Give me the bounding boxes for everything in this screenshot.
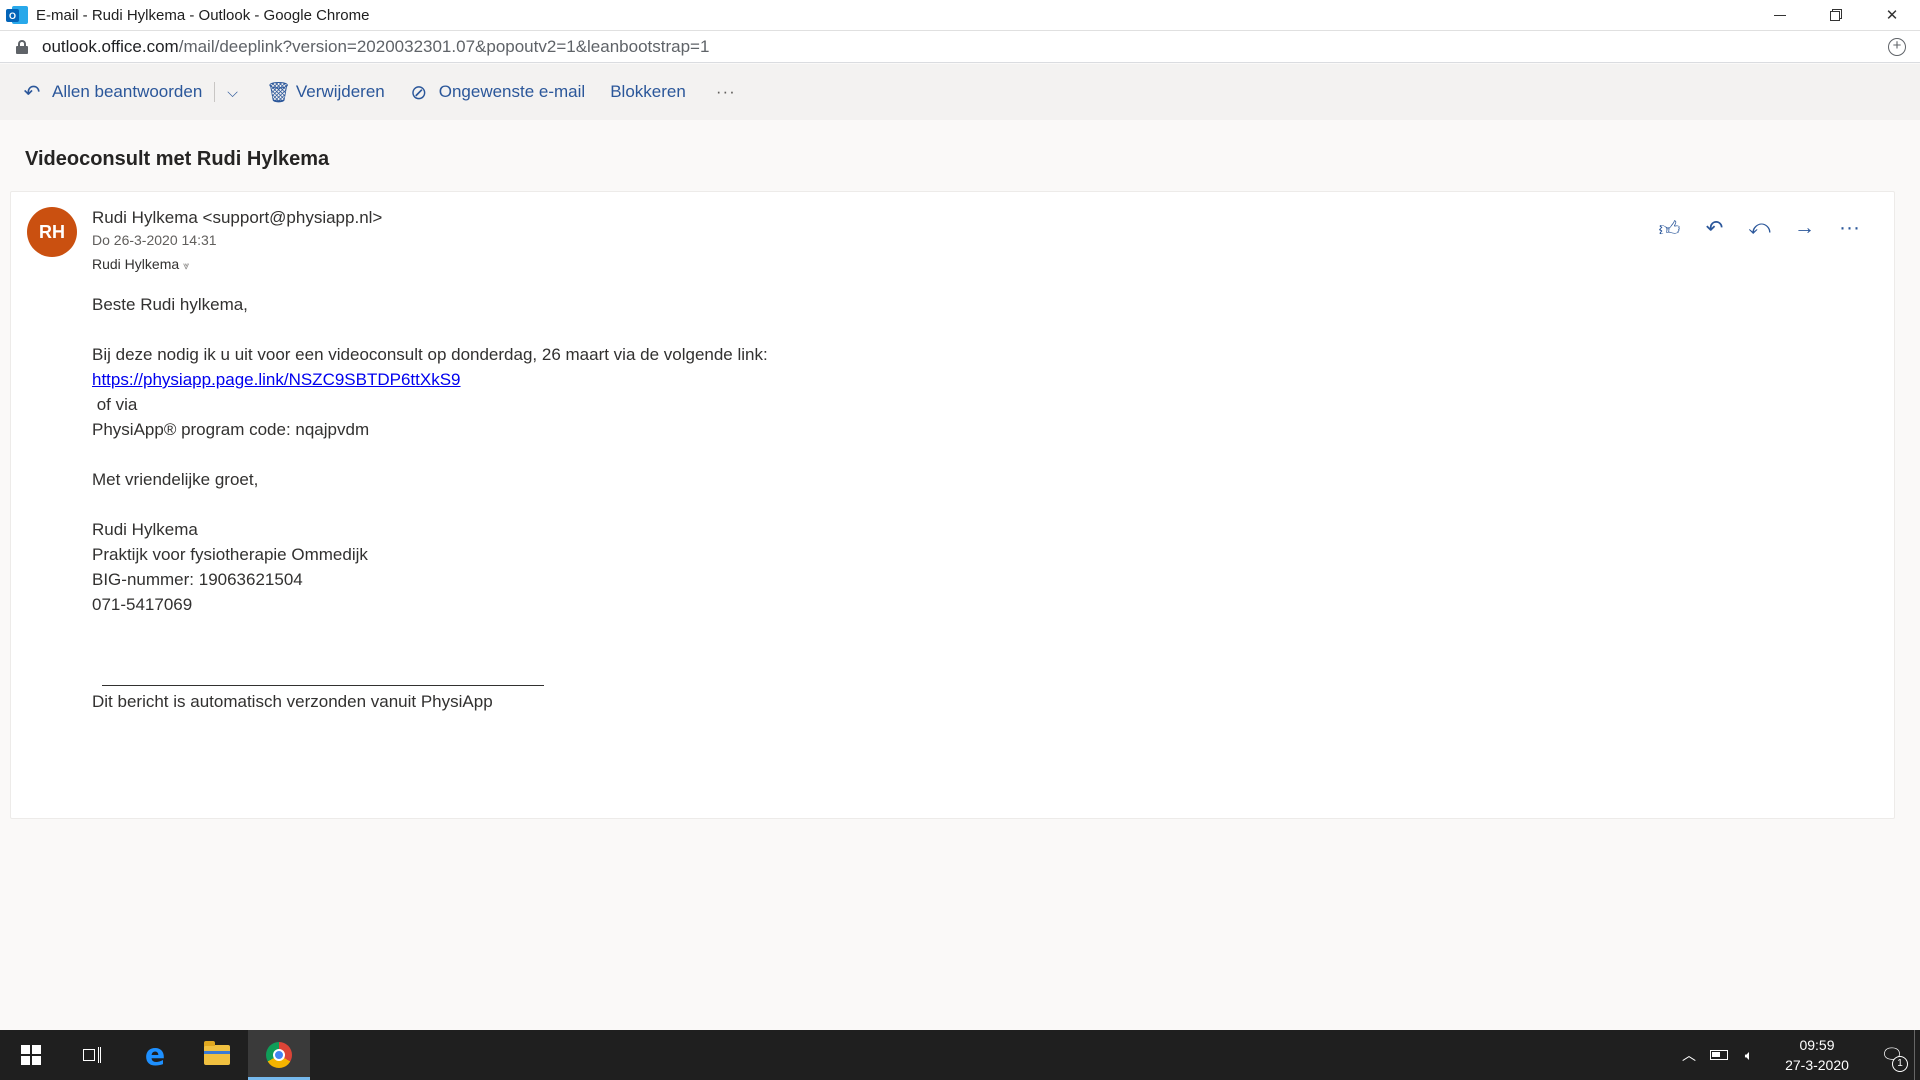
clock[interactable]: 09:59 27-3-2020 — [1772, 1035, 1862, 1075]
recipient-name: Rudi Hylkema — [92, 256, 180, 272]
delete-button[interactable]: 🗑 Verwijderen — [266, 80, 385, 105]
command-toolbar: ↶ Allen beantwoorden ⌵ 🗑 Verwijderen ⊘ O… — [0, 64, 1920, 120]
show-desktop-button[interactable] — [1914, 1030, 1920, 1080]
greeting: Beste Rudi hylkema, — [92, 295, 248, 314]
restore-button[interactable] — [1808, 0, 1864, 30]
minimize-icon — [1774, 14, 1786, 16]
edge-icon: e — [144, 1037, 166, 1073]
delete-label: Verwijderen — [295, 82, 385, 101]
close-button[interactable]: ✕ — [1864, 0, 1920, 30]
clock-time: 09:59 — [1799, 1037, 1835, 1053]
url-text[interactable]: outlook.office.com/mail/deeplink?version… — [42, 37, 709, 57]
trash-icon: 🗑 — [265, 81, 292, 104]
signature-practice: Praktijk voor fysiotherapie Ommedijk — [92, 545, 368, 564]
reply-all-icon: ↶ — [23, 81, 41, 104]
battery-icon[interactable] — [1704, 1047, 1734, 1063]
task-view-button[interactable] — [62, 1030, 124, 1080]
minimize-button[interactable] — [1752, 0, 1808, 30]
message-card: RH Rudi Hylkema <support@physiapp.nl> Do… — [10, 191, 1895, 819]
window-controls: ✕ — [1752, 0, 1920, 30]
start-button[interactable] — [0, 1030, 62, 1080]
signature-phone: 071-5417069 — [92, 595, 193, 614]
reply-all-label: Allen beantwoorden — [52, 82, 203, 101]
reply-all-button[interactable]: ↶ Allen beantwoorden — [22, 80, 203, 105]
footer-divider — [102, 685, 544, 686]
file-explorer-button[interactable] — [186, 1030, 248, 1080]
signature-name: Rudi Hylkema — [92, 520, 198, 539]
chrome-icon — [266, 1042, 292, 1068]
closing: Met vriendelijke groet, — [92, 470, 259, 489]
add-icon[interactable]: + — [1888, 38, 1906, 56]
signature-big: BIG-nummer: 19063621504 — [92, 570, 303, 589]
toolbar-divider — [214, 82, 216, 102]
block-icon: ⊘ — [410, 81, 428, 104]
reply-icon[interactable]: ↶ — [1692, 216, 1737, 242]
chevron-down-icon[interactable]: ⩔ — [183, 260, 189, 272]
more-options-icon[interactable]: ··· — [716, 82, 736, 102]
clock-date: 27-3-2020 — [1785, 1057, 1849, 1073]
chrome-button[interactable] — [248, 1030, 310, 1080]
close-icon: ✕ — [1885, 7, 1899, 24]
chevron-down-icon[interactable]: ⌵ — [227, 84, 238, 101]
system-tray: ︿ 🔈︎ 09:59 27-3-2020 🗨︎ 1 — [1674, 1030, 1920, 1080]
videoconsult-link[interactable]: https://physiapp.page.link/NSZC9SBTDP6tt… — [92, 370, 461, 389]
footer-text: Dit bericht is automatisch verzonden van… — [92, 692, 493, 711]
block-button[interactable]: Blokkeren — [610, 82, 686, 102]
message-actions: 👍︎ ↶ ⤺ → ··· — [1647, 216, 1872, 242]
avatar[interactable]: RH — [27, 207, 77, 257]
message-date: Do 26-3-2020 14:31 — [92, 232, 217, 248]
edge-button[interactable]: e — [124, 1030, 186, 1080]
restore-icon — [1830, 9, 1842, 21]
folder-icon — [204, 1041, 230, 1065]
reply-all-icon[interactable]: ⤺ — [1737, 216, 1782, 242]
junk-button[interactable]: ⊘ Ongewenste e-mail — [409, 80, 585, 105]
url-host: outlook.office.com — [42, 36, 179, 56]
lock-icon[interactable] — [16, 39, 28, 54]
windows-icon — [21, 1045, 41, 1065]
or-via-text: of via — [92, 395, 138, 414]
notification-button[interactable]: 🗨︎ 1 — [1870, 1045, 1914, 1072]
url-path: /mail/deeplink?version=2020032301.07&pop… — [178, 36, 710, 56]
junk-label: Ongewenste e-mail — [438, 82, 586, 101]
like-icon[interactable]: 👍︎ — [1647, 216, 1692, 242]
message-subject: Videoconsult met Rudi Hylkema — [25, 148, 330, 170]
invite-text: Bij deze nodig ik u uit voor een videoco… — [92, 345, 768, 364]
more-icon[interactable]: ··· — [1827, 216, 1872, 242]
chevron-up-icon[interactable]: ︿ — [1674, 1045, 1704, 1065]
taskbar: e ︿ 🔈︎ 09:59 27-3-2020 🗨︎ 1 — [0, 1030, 1920, 1080]
notification-badge: 1 — [1892, 1055, 1908, 1072]
block-label: Blokkeren — [610, 82, 686, 101]
sender-name[interactable]: Rudi Hylkema <support@physiapp.nl> — [92, 208, 382, 228]
program-code: PhysiApp® program code: nqajpvdm — [92, 420, 370, 439]
message-body: Beste Rudi hylkema, Bij deze nodig ik u … — [92, 292, 768, 617]
outlook-app-icon: O — [6, 5, 28, 25]
window-title: E-mail - Rudi Hylkema - Outlook - Google… — [36, 6, 370, 24]
address-bar[interactable]: outlook.office.com/mail/deeplink?version… — [0, 30, 1920, 63]
volume-icon[interactable]: 🔈︎ — [1734, 1047, 1764, 1064]
forward-icon[interactable]: → — [1782, 216, 1827, 242]
browser-title-bar: O E-mail - Rudi Hylkema - Outlook - Goog… — [0, 0, 1920, 30]
recipient-line[interactable]: Rudi Hylkema ⩔ — [92, 256, 189, 273]
task-view-icon — [83, 1047, 103, 1063]
